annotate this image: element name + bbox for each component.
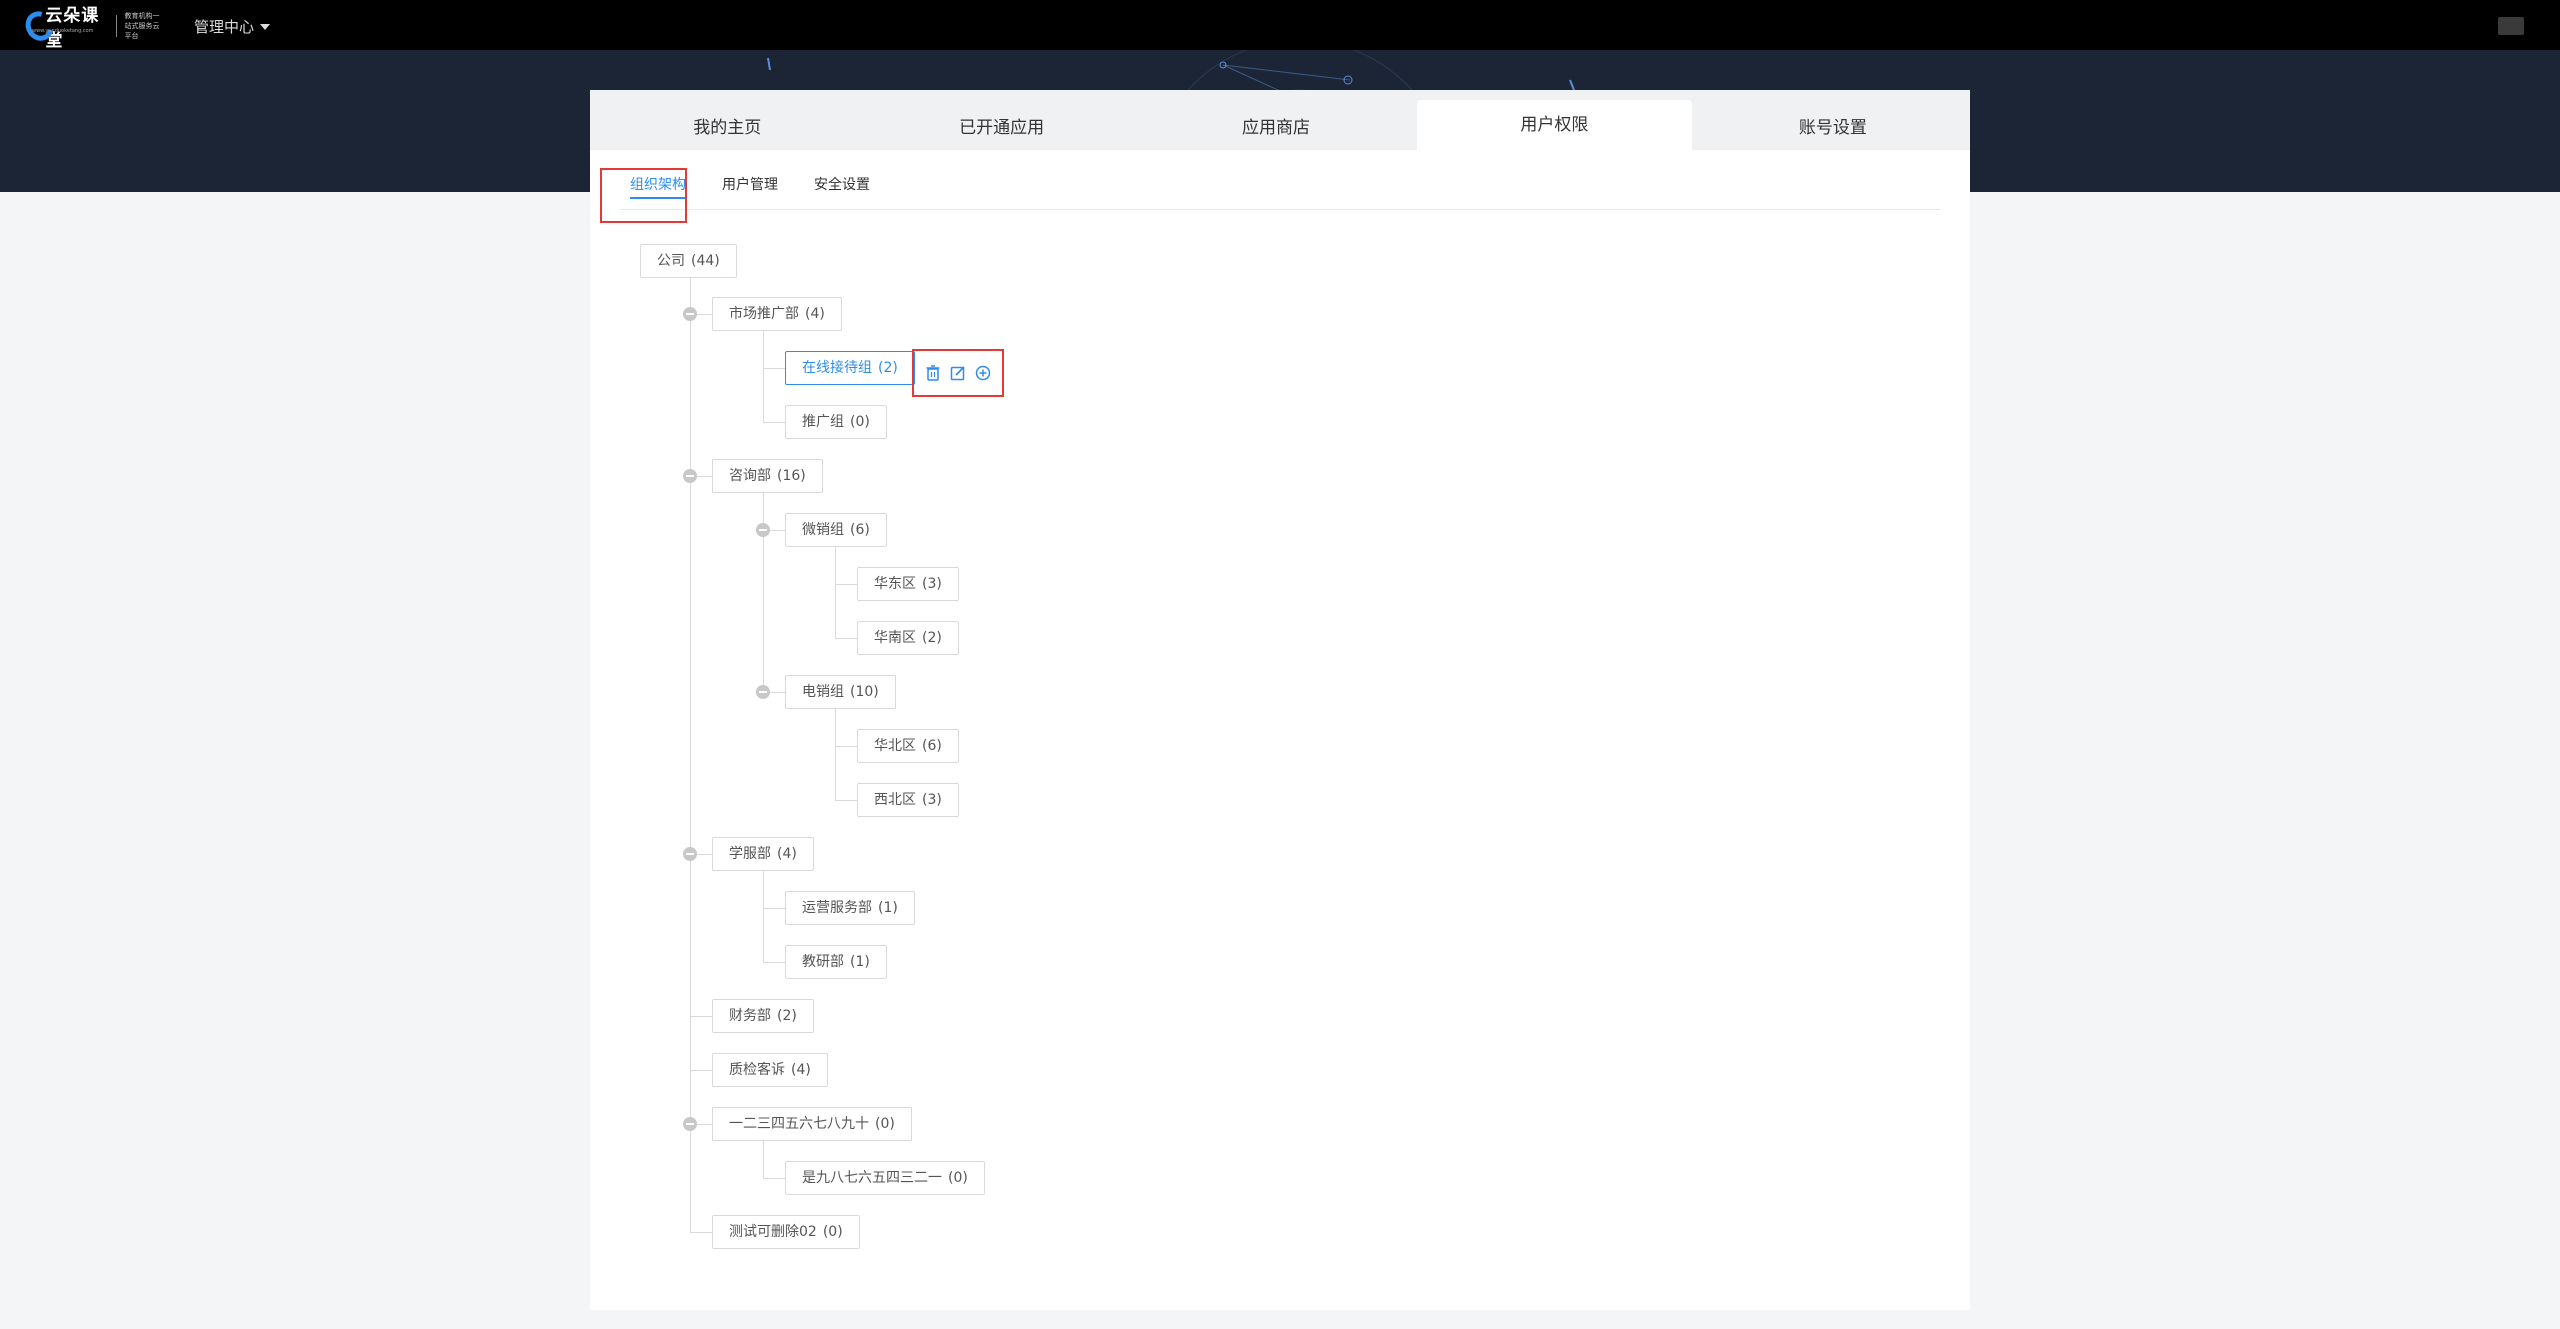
tree-node-company[interactable]: 公司 (44) [640,244,737,278]
collapse-toggle-icon[interactable] [683,307,697,321]
delete-icon[interactable] [924,364,942,382]
add-child-icon[interactable] [974,364,992,382]
tree-node-north-china[interactable]: 华北区 (6) [857,729,959,763]
tab-app-store[interactable]: 应用商店 [1139,90,1413,150]
tree-node-promotion[interactable]: 推广组 (0) [785,405,887,439]
logo-url: www.yunduoketang.com [32,28,94,34]
user-avatar[interactable] [2498,17,2524,35]
tree-node-quality-complaints[interactable]: 质检客诉 (4) [712,1053,828,1087]
tree-node-south-china[interactable]: 华南区 (2) [857,621,959,655]
edit-icon[interactable] [949,364,967,382]
collapse-toggle-icon[interactable] [683,847,697,861]
logo-slogan: 教育机构一站式服务云平台 [124,12,160,40]
collapse-toggle-icon[interactable] [683,1117,697,1131]
admin-center-dropdown[interactable]: 管理中心 [194,16,271,37]
top-bar: 云朵课堂 教育机构一站式服务云平台 www.yunduoketang.com 管… [0,0,2560,51]
tree-node-student-service[interactable]: 学服部 (4) [712,837,814,871]
tab-enabled-apps[interactable]: 已开通应用 [864,90,1138,150]
caret-down-icon [260,23,271,30]
tab-my-home[interactable]: 我的主页 [590,90,864,150]
collapse-toggle-icon[interactable] [683,469,697,483]
logo[interactable]: 云朵课堂 教育机构一站式服务云平台 [20,6,166,51]
tree-node-deletable-test[interactable]: 测试可删除02 (0) [712,1215,860,1249]
tab-account-settings[interactable]: 账号设置 [1696,90,1970,150]
admin-center-label: 管理中心 [194,18,255,36]
tree-node-market[interactable]: 市场推广部 (4) [712,297,842,331]
subtab-user-management[interactable]: 用户管理 [712,164,788,209]
sub-tabs: 组织架构 用户管理 安全设置 [620,164,1940,210]
node-actions-highlight [912,349,1004,397]
tree-node-northwest[interactable]: 西北区 (3) [857,783,959,817]
collapse-toggle-icon[interactable] [756,685,770,699]
tree-node-phone-sales[interactable]: 电销组 (10) [785,675,896,709]
collapse-toggle-icon[interactable] [756,523,770,537]
tree-node-wechat-sales[interactable]: 微销组 (6) [785,513,887,547]
tree-node-research[interactable]: 教研部 (1) [785,945,887,979]
tree-node-consulting[interactable]: 咨询部 (16) [712,459,823,493]
main-tabs: 我的主页 已开通应用 应用商店 用户权限 账号设置 [590,90,1970,150]
tree-node-east-china[interactable]: 华东区 (3) [857,567,959,601]
tab-user-permissions[interactable]: 用户权限 [1417,100,1692,150]
tree-node-numbers[interactable]: 一二三四五六七八九十 (0) [712,1107,912,1141]
tree-node-operations[interactable]: 运营服务部 (1) [785,891,915,925]
tree-node-finance[interactable]: 财务部 (2) [712,999,814,1033]
highlight-box-org-tab [600,168,687,223]
logo-text: 云朵课堂 [45,6,100,51]
tree-node-numbers-reverse[interactable]: 是九八七六五四三二一 (0) [785,1161,985,1195]
tree-node-online-reception[interactable]: 在线接待组 (2) [785,351,915,385]
subtab-security-settings[interactable]: 安全设置 [804,164,880,209]
